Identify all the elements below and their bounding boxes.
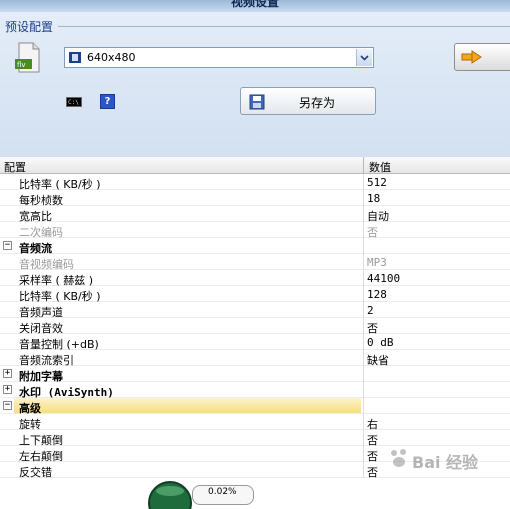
column-separator xyxy=(363,462,364,478)
collapse-icon[interactable]: − xyxy=(3,401,12,410)
grid-category-row[interactable]: − 高级 xyxy=(0,398,510,415)
column-separator[interactable] xyxy=(363,157,364,173)
column-separator xyxy=(363,286,364,302)
grid-property-row[interactable]: 音频声道 2 xyxy=(0,302,510,319)
column-separator xyxy=(363,350,364,366)
grid-property-row[interactable]: 采样率 ( 赫兹 ) 44100 xyxy=(0,270,510,287)
grid-property-row[interactable]: 每秒桢数 18 xyxy=(0,190,510,207)
column-separator xyxy=(363,302,364,318)
column-separator xyxy=(363,270,364,286)
column-separator xyxy=(363,334,364,350)
property-value[interactable]: 0 dB xyxy=(367,336,394,349)
grid-property-row[interactable]: 二次编码否 xyxy=(0,222,510,239)
property-value[interactable]: 512 xyxy=(367,176,387,189)
section-divider xyxy=(58,26,510,27)
watermark: Bai 经验 xyxy=(388,445,508,472)
column-separator xyxy=(363,398,364,414)
apply-arrow-button[interactable] xyxy=(454,43,510,71)
start-round-icon[interactable] xyxy=(148,479,192,509)
column-separator xyxy=(363,190,364,206)
grid-property-row[interactable]: 关闭音效否 xyxy=(0,318,510,335)
property-value[interactable]: 44100 xyxy=(367,272,400,285)
save-as-label: 另存为 xyxy=(299,96,336,110)
watermark-text: Bai 经验 xyxy=(412,453,479,472)
title-bar: 视频设置 xyxy=(0,0,510,12)
column-separator xyxy=(363,318,364,334)
grid-property-row[interactable]: 上下颠倒否 xyxy=(0,430,510,447)
svg-text:flv: flv xyxy=(17,61,26,69)
paw-watermark-icon xyxy=(391,449,406,467)
preset-select-value: 640x480 xyxy=(87,51,136,64)
preset-section-label: 预设配置 xyxy=(5,20,54,34)
grid-category-row[interactable]: + 水印 (AviSynth) xyxy=(0,382,510,399)
property-name: 反交错 xyxy=(19,466,52,479)
grid-property-row[interactable]: 音量控制 (+dB) 0 dB xyxy=(0,334,510,351)
help-icon[interactable]: ? xyxy=(100,94,115,109)
grid-category-row[interactable]: + 附加字幕 xyxy=(0,366,510,383)
column-separator xyxy=(363,366,364,382)
column-header-value[interactable]: 数值 xyxy=(369,159,391,175)
grid-category-row[interactable]: − 音频流 xyxy=(0,238,510,255)
column-separator xyxy=(363,238,364,254)
grid-property-row[interactable]: 比特率 ( KB/秒 ) 512 xyxy=(0,174,510,191)
row-selection-highlight xyxy=(14,398,361,413)
chevron-down-icon[interactable] xyxy=(356,49,372,66)
grid-header: 配置 数值 xyxy=(0,157,510,174)
column-separator xyxy=(363,446,364,462)
grid-property-row[interactable]: 比特率 ( KB/秒 ) 128 xyxy=(0,286,510,303)
film-icon xyxy=(69,52,81,63)
column-separator xyxy=(363,254,364,270)
column-separator xyxy=(363,174,364,190)
progress-percent: 0.02% xyxy=(208,487,237,497)
column-separator xyxy=(363,206,364,222)
floppy-disk-icon xyxy=(249,94,265,110)
property-value[interactable]: 128 xyxy=(367,288,387,301)
expand-icon[interactable]: + xyxy=(3,385,12,394)
window-title: 视频设置 xyxy=(230,0,279,9)
command-line-icon[interactable]: C:\ xyxy=(66,97,82,107)
flv-file-icon: flv xyxy=(15,42,40,73)
property-value[interactable]: 2 xyxy=(367,304,374,317)
preset-select[interactable]: 640x480 xyxy=(64,47,374,68)
property-value[interactable]: 18 xyxy=(367,192,380,205)
grid-property-row[interactable]: 旋转右 xyxy=(0,414,510,431)
property-grid: 配置 数值 比特率 ( KB/秒 ) 512 每秒桢数 18 宽高比 自动 二次编码否 − 音频… xyxy=(0,157,510,493)
grid-property-row[interactable]: 音频流索引 缺省 xyxy=(0,350,510,367)
grid-property-row[interactable]: 宽高比 自动 xyxy=(0,206,510,223)
grid-property-row[interactable]: 音视频编码 MP3 xyxy=(0,254,510,271)
property-value[interactable]: 否 xyxy=(367,464,378,480)
column-separator xyxy=(363,430,364,446)
property-value: MP3 xyxy=(367,256,387,269)
collapse-icon[interactable]: − xyxy=(3,241,12,250)
column-separator xyxy=(363,382,364,398)
preset-panel: 预设配置 flv 640x480 C:\ ? 另存为 xyxy=(0,12,510,158)
save-as-button[interactable]: 另存为 xyxy=(240,87,376,115)
column-separator xyxy=(363,414,364,430)
progress-widget: 0.02% xyxy=(148,479,254,509)
arrow-right-icon xyxy=(461,50,482,64)
column-separator xyxy=(363,222,364,238)
expand-icon[interactable]: + xyxy=(3,369,12,378)
column-header-name[interactable]: 配置 xyxy=(4,159,26,175)
